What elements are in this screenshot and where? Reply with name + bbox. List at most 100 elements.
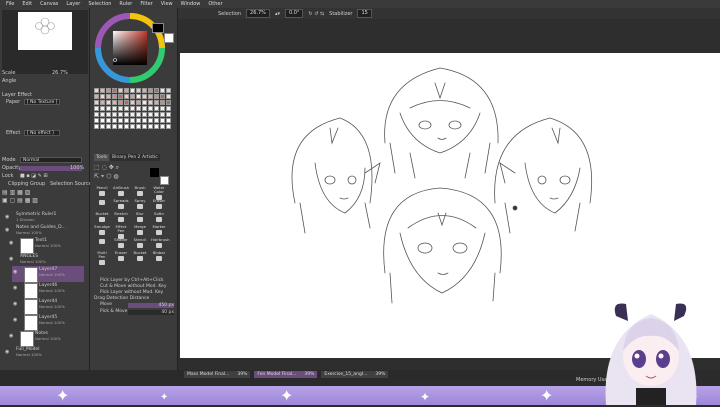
menu-edit[interactable]: Edit [22,1,32,7]
document-tab[interactable]: Exercise_15_angl... 39% [321,371,389,378]
palette-swatch[interactable] [124,106,129,111]
menu-other[interactable]: Other [208,1,222,7]
palette-swatch[interactable] [148,106,153,111]
eye-icon[interactable]: ◉ [5,228,11,234]
palette-swatch[interactable] [118,106,123,111]
palette-swatch[interactable] [148,94,153,99]
palette-swatch[interactable] [130,112,135,117]
tool-button[interactable] [94,199,110,211]
eye-icon[interactable]: ◉ [13,318,19,324]
tool-button[interactable]: Stretch [113,212,129,224]
eye-icon[interactable]: ◉ [5,215,11,221]
eye-icon[interactable]: ◉ [13,286,19,292]
layer-row[interactable]: ◉ Layer47 Normal 100% [12,266,84,283]
palette-swatch[interactable] [154,106,159,111]
palette-swatch[interactable] [94,100,99,105]
layer-row[interactable]: ◉ Layer44 Normal 100% [12,298,84,315]
menu-ruler[interactable]: Ruler [119,1,132,7]
tool-button[interactable]: Pencil [94,186,110,198]
menu-window[interactable]: Window [181,1,201,7]
palette-swatch[interactable] [124,100,129,105]
palette-swatch[interactable] [166,112,171,117]
navigator-panel[interactable] [2,10,88,74]
tool-button[interactable] [94,238,110,250]
transform-tools-icons[interactable]: ⇱ ⌖ ⬡ ◍ [94,173,119,181]
selection-source-checkbox[interactable]: Selection Source [50,181,92,187]
angle-field[interactable]: 0.0° [284,9,304,18]
tool-button[interactable]: Spray [132,199,148,211]
tool-button[interactable]: Eraser [113,251,129,263]
palette-swatch[interactable] [118,112,123,117]
palette-swatch[interactable] [136,94,141,99]
tool-button[interactable]: Water Color [151,186,167,200]
palette-swatch[interactable] [100,106,105,111]
palette-swatch[interactable] [154,88,159,93]
layer-row[interactable]: ◉ Layer46 Normal 100% [12,282,84,299]
zoom-arrows-icon[interactable]: ▴▾ [275,11,280,17]
palette-swatch[interactable] [160,112,165,117]
palette-swatch[interactable] [154,94,159,99]
palette-swatch[interactable] [148,124,153,129]
layer-actions-icons[interactable]: ▣ ▢ ▤ ▦ ▨ [2,198,38,204]
palette-swatch[interactable] [100,118,105,123]
sub-color-swatch[interactable] [164,33,174,43]
palette-swatch[interactable] [160,124,165,129]
palette-swatch[interactable] [124,118,129,123]
palette-swatch[interactable] [130,118,135,123]
eye-icon[interactable]: ◉ [9,334,15,340]
palette-swatch[interactable] [142,124,147,129]
palette-swatch[interactable] [166,118,171,123]
tab-artistic[interactable]: Artistic [140,154,160,161]
palette-swatch[interactable] [106,112,111,117]
palette-swatch[interactable] [94,118,99,123]
palette-swatch[interactable] [124,88,129,93]
move-slider[interactable]: 450 px [128,303,174,308]
layer-row[interactable]: ◉ Full_Model Normal 100% [4,346,84,362]
palette-swatch[interactable] [118,124,123,129]
palette-swatch[interactable] [94,106,99,111]
palette-swatch[interactable] [136,106,141,111]
secondary-color-box[interactable] [160,176,169,185]
eye-icon[interactable]: ◉ [9,241,15,247]
palette-swatch[interactable] [112,106,117,111]
menu-view[interactable]: View [161,1,173,7]
tool-button[interactable]: Binbar [151,251,167,263]
palette-swatch[interactable] [106,124,111,129]
palette-swatch[interactable] [118,118,123,123]
palette-swatch[interactable] [106,106,111,111]
palette-swatch[interactable] [148,88,153,93]
tool-button[interactable]: Effect Pen [113,225,129,239]
palette-swatch[interactable] [118,88,123,93]
palette-swatch[interactable] [106,118,111,123]
lock-icons[interactable]: ■ ▪ ◪ ✎ ⊞ [20,173,48,179]
palette-swatch[interactable] [124,124,129,129]
palette-swatch[interactable] [136,88,141,93]
document-tab[interactable]: Mass Model Final... 39% [184,371,251,378]
tool-button[interactable]: Hairbrush [151,238,170,250]
palette-swatch[interactable] [112,88,117,93]
rotate-icon[interactable]: ↻ ↺ ⇆ [308,11,324,17]
tool-button[interactable]: Bucket [94,212,110,224]
palette-swatch[interactable] [166,100,171,105]
eye-icon[interactable]: ◉ [9,257,15,263]
eye-icon[interactable]: ◉ [5,350,11,356]
palette-swatch[interactable] [118,94,123,99]
tool-button[interactable]: AirBrush [113,186,129,198]
palette-swatch[interactable] [148,118,153,123]
palette-swatch[interactable] [148,112,153,117]
blend-mode-select[interactable]: Normal [20,157,82,163]
palette-swatch[interactable] [160,100,165,105]
palette-swatch[interactable] [130,124,135,129]
tool-button[interactable]: Blur [132,212,148,224]
palette-swatch[interactable] [142,94,147,99]
palette-swatch[interactable] [106,100,111,105]
palette-swatch[interactable] [106,88,111,93]
tool-button[interactable]: Marker [151,225,167,237]
palette-swatch[interactable] [154,112,159,117]
tool-button[interactable]: Shader [113,238,129,250]
palette-swatch[interactable] [154,118,159,123]
palette-swatch[interactable] [166,94,171,99]
palette-swatch[interactable] [100,112,105,117]
menu-selection[interactable]: Selection [88,1,111,7]
stabilizer-field[interactable]: 15 [357,9,372,18]
